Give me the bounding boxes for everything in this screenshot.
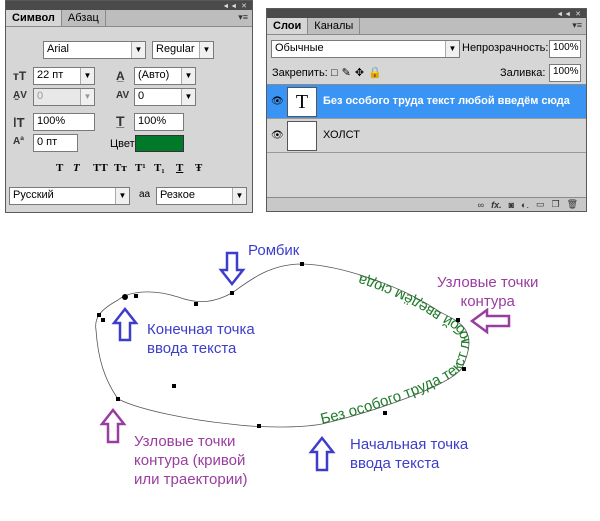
annotation-line: Начальная точка (350, 436, 469, 453)
annotation-line: Узловые точки (437, 274, 539, 291)
path-illustration: Без особого труда текст любой введём сюд… (95, 251, 511, 472)
annotation-start-point: Начальная точка ввода текста (350, 435, 468, 473)
anchor-point (194, 302, 198, 306)
anchor-point (134, 294, 138, 298)
annotation-line: Конечная точка (147, 321, 255, 338)
arrow-nodes-bottom (99, 407, 127, 444)
annotation-line: ввода текста (350, 455, 440, 472)
annotation-rombik-text: Ромбик (248, 242, 300, 259)
annotation-line: контура (кривой (134, 452, 246, 469)
annotation-nodes-top: Узловые точки контура (437, 273, 538, 311)
anchor-point (300, 262, 304, 266)
anchor-point (116, 397, 120, 401)
anchor-point (172, 384, 176, 388)
annotation-line: Узловые точки (134, 433, 236, 450)
anchor-point (97, 313, 101, 317)
arrow-end-point (111, 306, 139, 342)
anchor-point (383, 411, 387, 415)
annotation-line: ввода текста (147, 340, 237, 357)
anchor-point (456, 318, 460, 322)
end-point-dot (122, 294, 128, 300)
anchor-point (462, 367, 466, 371)
annotation-nodes-bottom: Узловые точки контура (кривой или траект… (134, 432, 247, 489)
annotation-rombik: Ромбик (248, 241, 299, 260)
anchor-point (101, 318, 105, 322)
arrow-start-point (308, 435, 336, 472)
arrow-rombik (218, 251, 246, 287)
arrow-nodes-top (469, 307, 511, 335)
annotation-end-point: Конечная точка ввода текста (147, 320, 255, 358)
anchor-point (257, 424, 261, 428)
annotation-line: или траектории) (134, 471, 248, 488)
anchor-point (230, 291, 234, 295)
annotation-line: контура (460, 293, 515, 310)
